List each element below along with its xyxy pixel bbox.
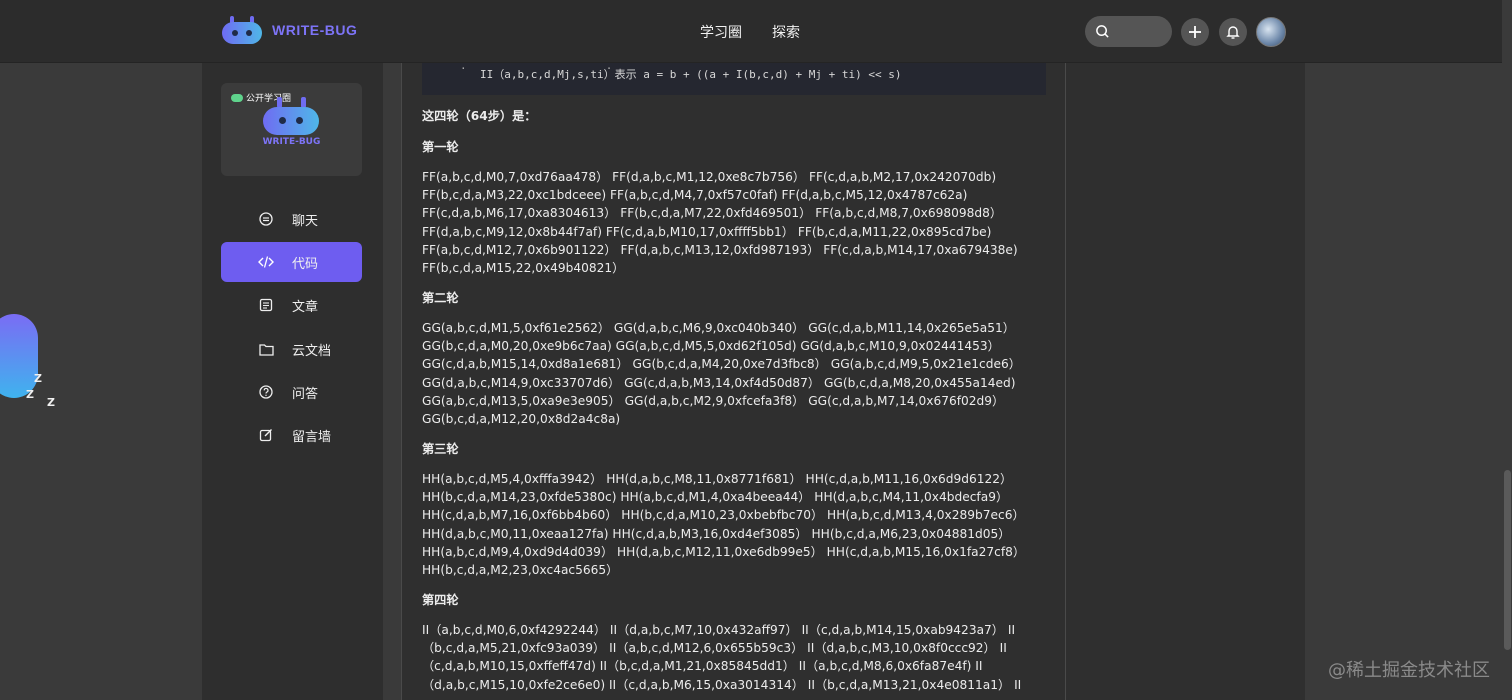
sleep-z: Z — [26, 388, 34, 401]
round-line: （b,c,d,a,M5,21,0xfc93a039） II（a,b,c,d,M1… — [422, 641, 1007, 656]
nav-explore[interactable]: 探索 — [772, 22, 800, 42]
round-line: HH(a,b,c,d,M5,4,0xfffa3942） HH(d,a,b,c,M… — [422, 472, 1013, 486]
round-line: GG(a,b,c,d,M13,5,0xa9e3e905） GG(d,a,b,c,… — [422, 393, 1005, 408]
round-line: GG(b,c,d,a,M12,20,0x8d2a4c8a) — [422, 412, 621, 427]
round-line: HH(d,a,b,c,M0,11,0xeaa127fa) HH(c,d,a,b,… — [422, 526, 1011, 541]
sleep-z: Z — [47, 396, 55, 409]
round-title: 第四轮 — [422, 593, 459, 607]
top-bar: WRITE-BUG 学习圈 探索 — [0, 0, 1512, 63]
folder-icon — [258, 341, 274, 357]
plus-icon — [1189, 26, 1201, 38]
sidebar-item-chat[interactable]: 聊天 — [221, 199, 362, 239]
round-line: （c,d,a,b,M10,15,0xffeff47d) II（b,c,d,a,M… — [422, 659, 983, 674]
round-line: FF(a,b,c,d,M0,7,0xd76aa478） FF(d,a,b,c,M… — [422, 170, 997, 184]
round-line: II（a,b,c,d,M0,6,0xf4292244） II（d,a,b,c,M… — [422, 623, 1016, 637]
search-input[interactable] — [1085, 16, 1172, 47]
round-line: FF(b,c,d,a,M3,22,0xc1bdceee) FF(a,b,c,d,… — [422, 188, 968, 203]
site-logo[interactable]: WRITE-BUG — [220, 14, 357, 46]
round-line: FF(c,d,a,b,M6,17,0xa8304613） FF(b,c,d,a,… — [422, 206, 1003, 221]
sidebar-item-label: 聊天 — [292, 213, 319, 229]
sidebar-item-label: 云文档 — [292, 343, 332, 359]
sidebar-item-qa[interactable]: 问答 — [221, 372, 362, 412]
circle-card[interactable]: 公开学习圈 WRITE-BUG — [221, 83, 362, 176]
round-line: HH(c,d,a,b,M7,16,0xf6bb4b60） HH(b,c,d,a,… — [422, 508, 1025, 523]
code-line: II（a,b,c,d,Mj,s,ti）表示 a = b + ((a + I(b,… — [480, 68, 902, 81]
bell-icon — [1226, 26, 1240, 39]
sidebar-item-code[interactable]: 代码 — [221, 242, 362, 282]
notifications-button[interactable] — [1219, 18, 1247, 46]
round-body: GG(a,b,c,d,M1,5,0xf61e2562） GG(d,a,b,c,M… — [422, 319, 1052, 428]
sidebar-item-cloud-docs[interactable]: 云文档 — [221, 329, 362, 369]
round-line: GG(d,a,b,c,M14,9,0xc33707d6） GG(c,d,a,b,… — [422, 375, 1016, 390]
sidebar-item-message-wall[interactable]: 留言墙 — [221, 415, 362, 455]
round-line: FF(b,c,d,a,M15,22,0x49b40821） — [422, 261, 625, 276]
sidebar-item-label: 问答 — [292, 386, 319, 402]
round-line: HH(b,c,d,a,M14,23,0xfde5380c) HH(a,b,c,d… — [422, 490, 1009, 505]
round-body: FF(a,b,c,d,M0,7,0xd76aa478） FF(d,a,b,c,M… — [422, 168, 1052, 277]
sidebar-item-label: 代码 — [292, 256, 319, 272]
round-body: HH(a,b,c,d,M5,4,0xfffa3942） HH(d,a,b,c,M… — [422, 470, 1052, 579]
round-line: HH(b,c,d,a,M2,23,0xc4ac5665） — [422, 563, 619, 578]
robot-card-icon — [263, 95, 319, 135]
sleep-z: Z — [34, 372, 42, 385]
sidebar-item-articles[interactable]: 文章 — [221, 285, 362, 325]
mascot[interactable]: Z Z Z — [0, 310, 60, 410]
main-nav: 学习圈 探索 — [700, 22, 800, 42]
logo-text: WRITE-BUG — [272, 22, 358, 38]
sidebar-item-label: 留言墙 — [292, 429, 332, 445]
round-line: （d,a,b,c,M15,10,0xfe2ce6e0) II（c,d,a,b,M… — [422, 677, 1022, 692]
round-title: 第二轮 — [422, 291, 459, 305]
code-block: . . II（a,b,c,d,Mj,s,ti）表示 a = b + ((a + … — [422, 63, 1046, 95]
badge-icon — [231, 93, 243, 102]
search-icon — [1096, 25, 1109, 38]
chat-icon — [258, 211, 274, 227]
round-title: 第一轮 — [422, 140, 459, 154]
sidebar: 公开学习圈 WRITE-BUG 聊天 代码 文章 云文档 问答 留言墙 — [202, 63, 383, 700]
sidebar-item-label: 文章 — [292, 299, 319, 315]
article-icon — [258, 297, 274, 313]
edit-icon — [258, 427, 274, 443]
round-body: II（a,b,c,d,M0,6,0xf4292244） II（d,a,b,c,M… — [422, 621, 1052, 694]
robot-logo-icon — [220, 14, 264, 46]
code-icon — [258, 254, 274, 270]
mascot-robot-icon — [0, 314, 38, 398]
round-line: HH(a,b,c,d,M9,4,0xd9d4d039） HH(d,a,b,c,M… — [422, 544, 1026, 559]
circle-name: WRITE-BUG — [262, 137, 321, 147]
avatar[interactable] — [1256, 17, 1286, 47]
watermark: @稀土掘金技术社区 — [1328, 660, 1490, 681]
round-line: GG(a,b,c,d,M1,5,0xf61e2562） GG(d,a,b,c,M… — [422, 321, 1015, 335]
round-line: GG(c,d,a,b,M15,14,0xd8a1e681） GG(b,c,d,a… — [422, 357, 1021, 372]
round-line: GG(b,c,d,a,M0,20,0xe9b6c7aa) GG(a,b,c,d,… — [422, 339, 1000, 354]
right-panel — [1066, 63, 1305, 700]
nav-learning-circle[interactable]: 学习圈 — [700, 22, 742, 42]
round-title: 第三轮 — [422, 442, 459, 456]
question-icon — [258, 384, 274, 400]
rounds-intro: 这四轮（64步）是： — [422, 109, 537, 123]
scrollbar-thumb[interactable] — [1504, 470, 1511, 650]
round-line: FF(a,b,c,d,M12,7,0x6b901122） FF(d,a,b,c,… — [422, 242, 1018, 257]
article-content: . . II（a,b,c,d,Mj,s,ti）表示 a = b + ((a + … — [401, 63, 1066, 700]
create-button[interactable] — [1181, 18, 1209, 46]
round-line: FF(d,a,b,c,M9,12,0x8b44f7af) FF(c,d,a,b,… — [422, 224, 992, 239]
